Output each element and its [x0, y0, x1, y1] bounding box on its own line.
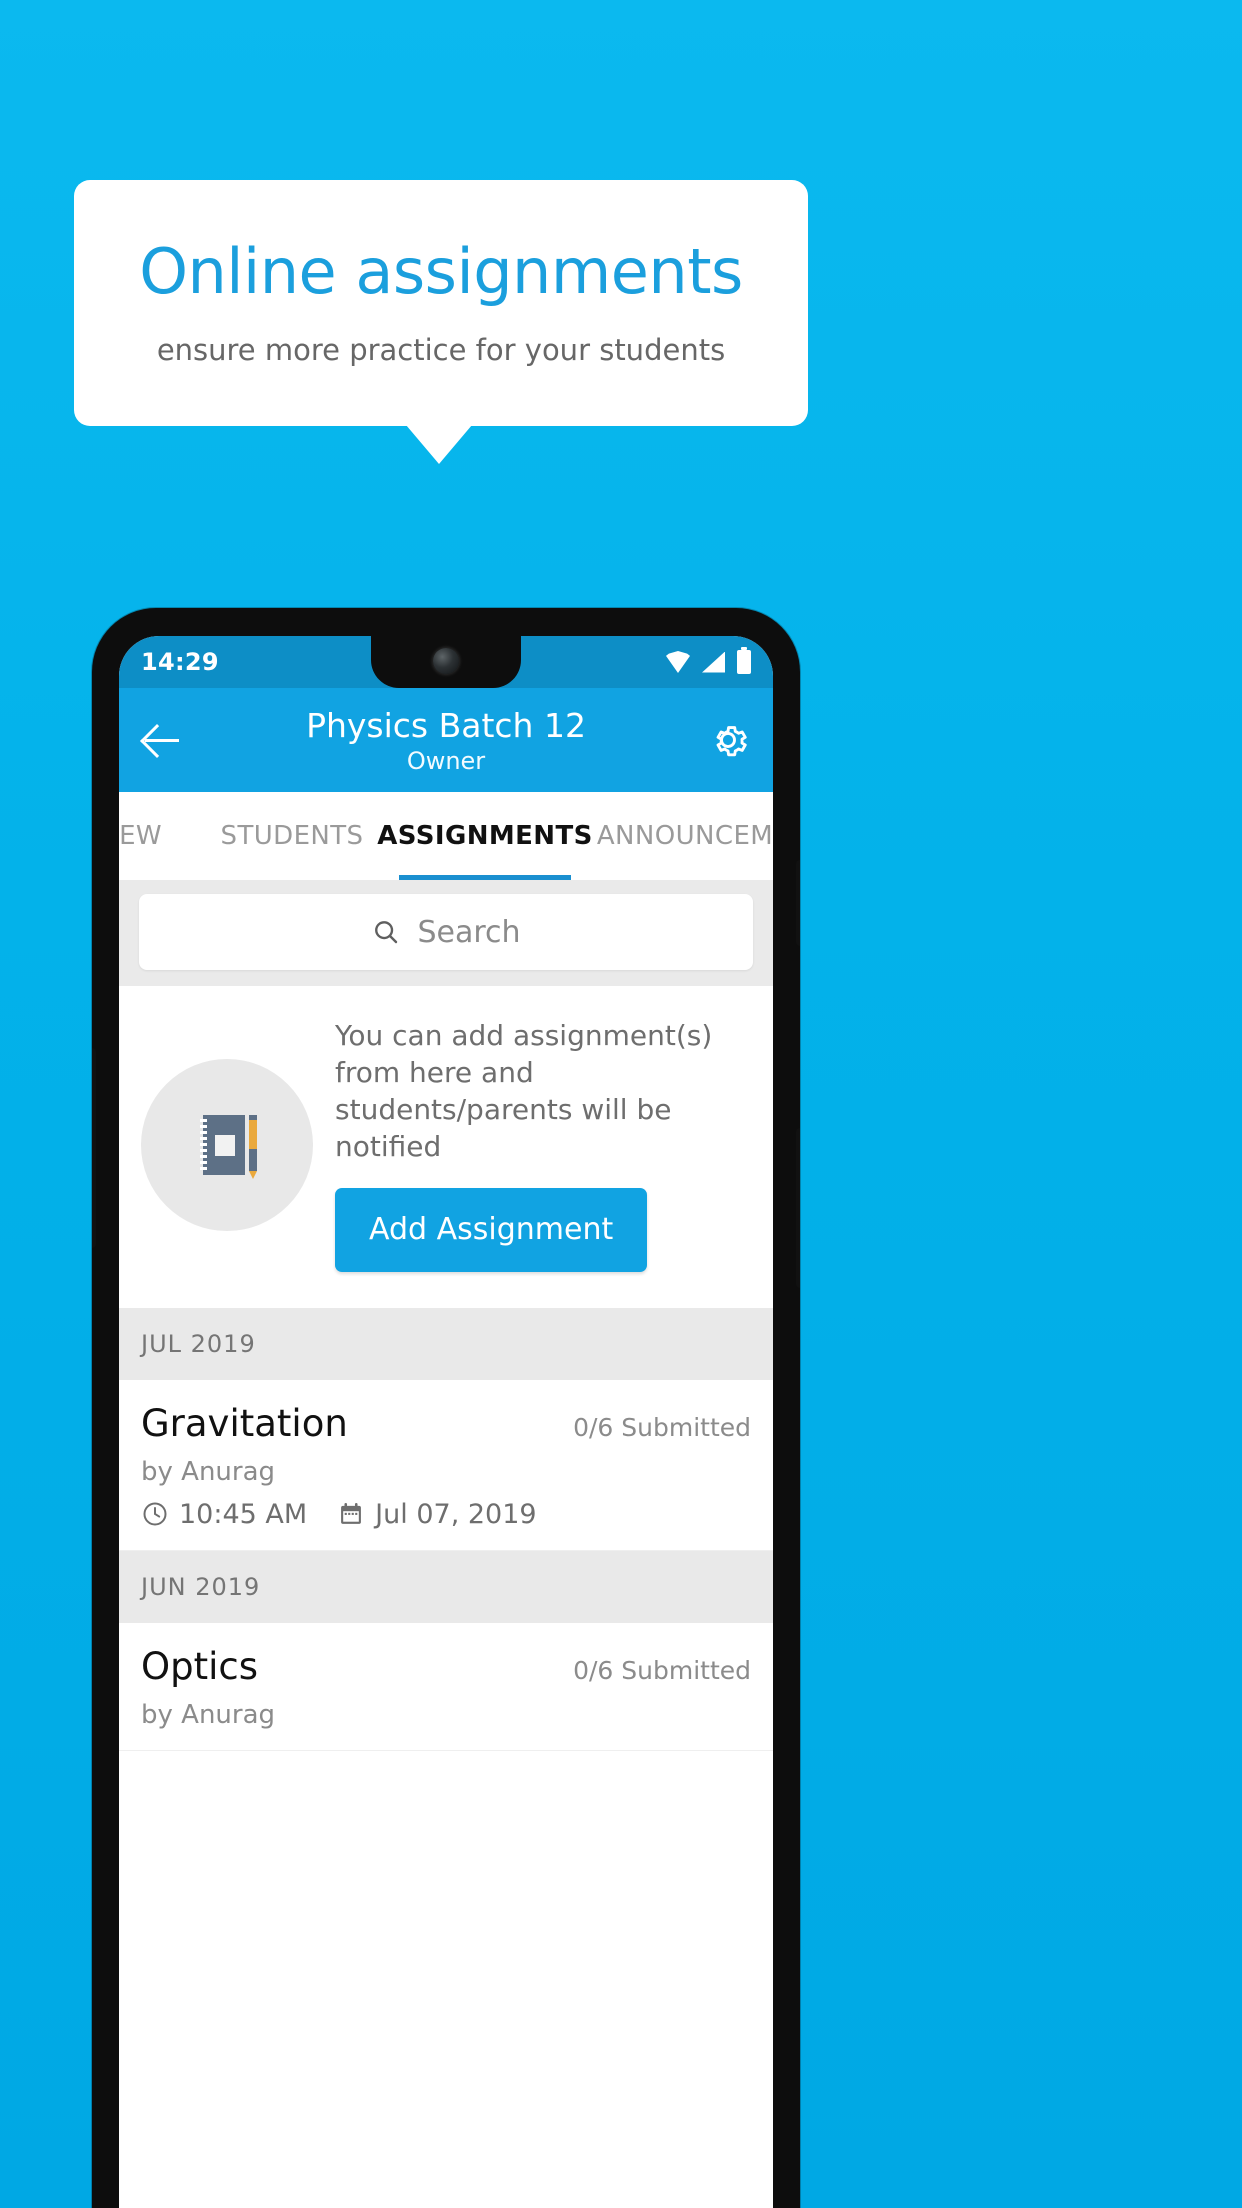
- section-header-jul-2019: JUL 2019: [119, 1307, 773, 1380]
- front-camera: [433, 648, 459, 674]
- assignment-submitted-status: 0/6 Submitted: [573, 1655, 751, 1685]
- app-bar-titles: Physics Batch 12 Owner: [119, 688, 773, 792]
- clock-icon: [143, 1502, 167, 1526]
- assignment-author: by Anurag: [141, 1456, 276, 1487]
- wifi-icon: [666, 651, 690, 673]
- assignment-submitted-status: 0/6 Submitted: [573, 1412, 751, 1442]
- empty-state-text: You can add assignment(s) from here and …: [335, 1019, 713, 1163]
- phone-device-frame: 14:29 Physics Batch 12 Owner IEW STUDENT…: [92, 608, 800, 2208]
- promo-subtitle: ensure more practice for your students: [156, 332, 726, 367]
- assignment-row-optics[interactable]: Optics 0/6 Submitted by Anurag: [119, 1622, 773, 1751]
- assignment-title: Optics: [141, 1644, 259, 1688]
- add-assignment-button[interactable]: Add Assignment: [335, 1187, 648, 1272]
- promo-title: Online assignments: [139, 235, 743, 309]
- empty-state-banner: You can add assignment(s) from here and …: [119, 986, 773, 1308]
- promo-callout-card: Online assignments ensure more practice …: [74, 180, 808, 426]
- assignment-date: Jul 07, 2019: [375, 1498, 537, 1530]
- promo-callout-tail: [406, 425, 472, 464]
- assignment-author: by Anurag: [141, 1699, 276, 1730]
- assignment-row-top: Gravitation 0/6 Submitted: [141, 1402, 751, 1445]
- search-container: Search: [119, 880, 773, 986]
- gear-icon[interactable]: [705, 717, 751, 763]
- assignment-row-gravitation[interactable]: Gravitation 0/6 Submitted by Anurag 10:4…: [119, 1379, 773, 1551]
- tab-assignments[interactable]: ASSIGNMENTS: [377, 792, 592, 880]
- signal-icon: [702, 651, 725, 673]
- assignment-title: Gravitation: [141, 1401, 348, 1445]
- power-button[interactable]: [796, 860, 800, 946]
- search-input[interactable]: Search: [139, 894, 753, 970]
- page-subtitle: Owner: [406, 746, 486, 775]
- notebook-and-pen-icon: [141, 1058, 313, 1231]
- status-bar-clock: 14:29: [141, 648, 219, 676]
- assistant-button[interactable]: [92, 1048, 96, 1248]
- volume-button[interactable]: [796, 1128, 800, 1288]
- status-bar-icons: [666, 647, 751, 674]
- phone-screen: 14:29 Physics Batch 12 Owner IEW STUDENT…: [119, 636, 773, 2208]
- tab-students[interactable]: STUDENTS: [199, 792, 385, 880]
- assignment-row-top: Optics 0/6 Submitted: [141, 1645, 751, 1688]
- back-arrow-icon[interactable]: [141, 718, 185, 762]
- battery-icon: [737, 647, 751, 674]
- tab-announcements[interactable]: ANNOUNCEM: [585, 792, 773, 880]
- search-icon: [375, 921, 398, 944]
- tab-overview[interactable]: IEW: [119, 792, 199, 880]
- assignment-meta: 10:45 AM Jul 07, 2019: [141, 1499, 751, 1530]
- tab-bar: IEW STUDENTS ASSIGNMENTS ANNOUNCEM: [119, 792, 773, 880]
- calendar-icon: [341, 1503, 362, 1525]
- empty-state-right: You can add assignment(s) from here and …: [335, 1018, 749, 1272]
- assignment-time: 10:45 AM: [179, 1498, 308, 1530]
- section-header-jun-2019: JUN 2019: [119, 1550, 773, 1623]
- app-bar: Physics Batch 12 Owner: [119, 688, 773, 792]
- search-placeholder: Search: [417, 914, 521, 950]
- page-title: Physics Batch 12: [306, 705, 586, 745]
